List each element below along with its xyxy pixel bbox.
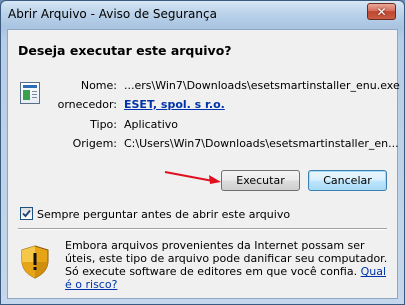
dialog-heading: Deseja executar este arquivo? (18, 43, 232, 58)
close-button[interactable]: ✕ (367, 3, 396, 20)
security-shield-icon (21, 245, 49, 279)
red-arrow-annotation (164, 171, 221, 184)
name-value: ...ers\Win7\Downloads\esetsmartinstaller… (124, 79, 400, 92)
publisher-link[interactable]: ESET, spol. s r.o. (124, 98, 225, 111)
origin-label: Origem: (72, 137, 117, 150)
warning-message: Embora arquivos provenientes da Internet… (65, 239, 388, 278)
publisher-label: ornecedor: (57, 98, 117, 111)
always-ask-checkbox[interactable] (20, 207, 33, 220)
separator (18, 228, 387, 230)
checkmark-icon (22, 209, 31, 218)
title-bar[interactable]: Abrir Arquivo - Aviso de Segurança ✕ (1, 1, 404, 29)
close-icon: ✕ (376, 4, 387, 19)
origin-value: C:\Users\Win7\Downloads\esetsmartinstall… (124, 137, 399, 150)
type-label: Tipo: (90, 118, 117, 131)
dialog-body: Deseja executar este arquivo? Nome: ...e… (7, 29, 400, 299)
warning-text: Embora arquivos provenientes da Internet… (65, 239, 390, 291)
window-title: Abrir Arquivo - Aviso de Segurança (8, 7, 217, 21)
application-file-icon (20, 82, 40, 104)
type-value: Aplicativo (124, 118, 179, 131)
always-ask-label[interactable]: Sempre perguntar antes de abrir este arq… (37, 208, 290, 221)
security-warning-dialog: Abrir Arquivo - Aviso de Segurança ✕ Des… (0, 0, 405, 305)
run-button[interactable]: Executar (221, 170, 300, 191)
cancel-button[interactable]: Cancelar (308, 170, 387, 191)
name-label: Nome: (80, 79, 117, 92)
